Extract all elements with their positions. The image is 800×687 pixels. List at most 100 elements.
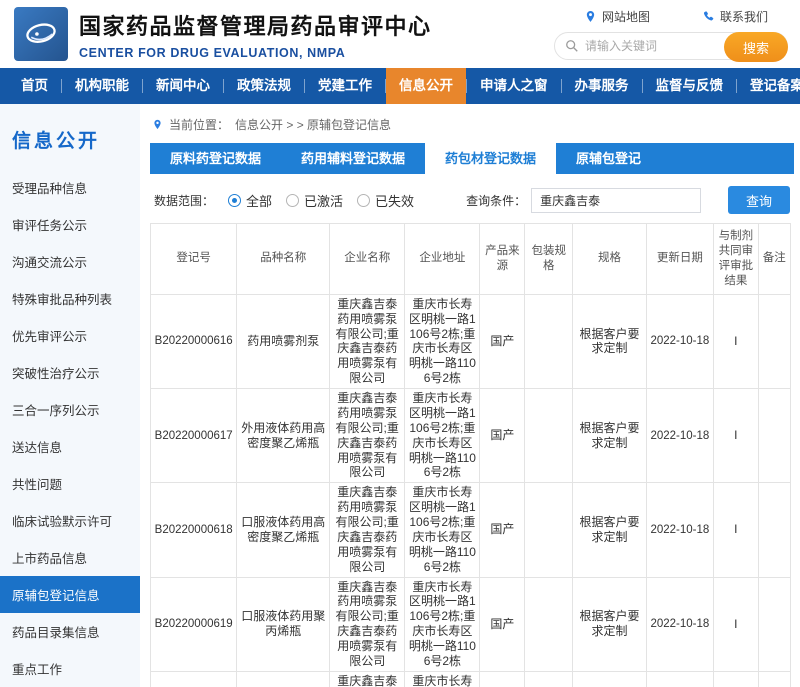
table-cell: [525, 577, 573, 671]
search-icon: [565, 39, 579, 53]
query-input[interactable]: [531, 188, 701, 213]
table-cell: 重庆市长寿区明桃一路1106号2栋;重庆市长寿区明桃一路1106号2栋: [405, 577, 480, 671]
table-header-row: 登记号品种名称企业名称企业地址产品来源包装规格规格更新日期与制剂共同审评审批结果…: [151, 224, 791, 295]
top-links: 网站地图 联系我们: [584, 8, 768, 25]
sidebar-item-5[interactable]: 优先审评公示: [0, 317, 140, 354]
table-cell: [758, 671, 790, 687]
table-cell: I: [713, 389, 758, 483]
table-cell: [525, 294, 573, 388]
header-search-button[interactable]: 搜索: [724, 32, 788, 62]
table-cell: I: [713, 671, 758, 687]
table-cell: 重庆鑫吉泰药用喷雾泵有限公司;重庆鑫吉泰药用喷雾泵有限公司: [330, 577, 405, 671]
nav-item-4[interactable]: 政策法规: [224, 68, 304, 104]
column-header-4: 企业地址: [405, 224, 480, 295]
table-row: B20220000617外用液体药用高密度聚乙烯瓶重庆鑫吉泰药用喷雾泵有限公司;…: [151, 389, 791, 483]
table-cell: 根据客户要求定制: [573, 577, 647, 671]
column-header-6: 包装规格: [525, 224, 573, 295]
table-cell: [525, 483, 573, 577]
nav-item-5[interactable]: 党建工作: [305, 68, 385, 104]
breadcrumb-label: 当前位置：: [169, 116, 229, 133]
scope-radio-group: 全部已激活 已失效: [214, 191, 414, 210]
table-cell: 国产: [480, 389, 525, 483]
nav-item-9[interactable]: 监督与反馈: [643, 68, 737, 104]
tab-bar: 原料药登记数据药用辅料登记数据药包材登记数据原辅包登记: [150, 143, 794, 174]
sidebar-item-9[interactable]: 共性问题: [0, 465, 140, 502]
column-header-9: 与制剂共同审评审批结果: [713, 224, 758, 295]
table-cell: B20220000618: [151, 483, 237, 577]
nav-item-10[interactable]: 登记备案平台: [737, 68, 800, 104]
table-cell: 2022-10-18: [646, 577, 713, 671]
table-cell: B20220000617: [151, 389, 237, 483]
table-cell: 口服液体药用高密度聚乙烯瓶: [237, 483, 330, 577]
table-row: B20220000616药用喷雾剂泵重庆鑫吉泰药用喷雾泵有限公司;重庆鑫吉泰药用…: [151, 294, 791, 388]
table-cell: B20220000616: [151, 294, 237, 388]
sidebar-item-11[interactable]: 上市药品信息: [0, 539, 140, 576]
header-search: 搜索: [554, 32, 788, 60]
tab-3[interactable]: 药包材登记数据: [425, 143, 556, 174]
sidebar-item-2[interactable]: 审评任务公示: [0, 206, 140, 243]
table-cell: I: [713, 577, 758, 671]
site-header: 国家药品监督管理局药品审评中心 CENTER FOR DRUG EVALUATI…: [0, 0, 800, 68]
sidebar-item-8[interactable]: 送达信息: [0, 428, 140, 465]
sidebar-item-7[interactable]: 三合一序列公示: [0, 391, 140, 428]
tab-1[interactable]: 原料药登记数据: [150, 143, 281, 174]
page-body: 信息公开 受理品种信息审评任务公示沟通交流公示特殊审批品种列表优先审评公示突破性…: [0, 104, 800, 687]
table-cell: 2022-10-18: [646, 671, 713, 687]
table-cell: I: [713, 483, 758, 577]
scope-radio-3[interactable]: 已失效: [357, 191, 414, 210]
sitemap-link[interactable]: 网站地图: [584, 8, 650, 25]
radio-label: 已失效: [375, 191, 414, 210]
nav-item-1[interactable]: 首页: [8, 68, 61, 104]
radio-circle-icon: [228, 194, 241, 207]
table-cell: [525, 671, 573, 687]
sitemap-label: 网站地图: [602, 8, 650, 25]
nav-item-2[interactable]: 机构职能: [62, 68, 142, 104]
table-cell: 重庆市长寿区明桃一路1106号2栋;重庆市长寿区明桃一路1106号2栋: [405, 671, 480, 687]
table-cell: 口服液体药用聚酯瓶: [237, 671, 330, 687]
table-cell: [758, 389, 790, 483]
sidebar-item-1[interactable]: 受理品种信息: [0, 169, 140, 206]
radio-label: 全部: [246, 191, 272, 210]
sidebar-item-4[interactable]: 特殊审批品种列表: [0, 280, 140, 317]
breadcrumb-path[interactable]: 信息公开 > > 原辅包登记信息: [235, 116, 391, 133]
table-cell: 国产: [480, 294, 525, 388]
sidebar: 信息公开 受理品种信息审评任务公示沟通交流公示特殊审批品种列表优先审评公示突破性…: [0, 104, 140, 687]
sidebar-item-12[interactable]: 原辅包登记信息: [0, 576, 140, 613]
table-cell: 国产: [480, 671, 525, 687]
table-cell: 根据客户要求定制: [573, 294, 647, 388]
scope-radio-1[interactable]: 全部: [228, 191, 272, 210]
table-cell: 外用液体药用高密度聚乙烯瓶: [237, 389, 330, 483]
sidebar-item-6[interactable]: 突破性治疗公示: [0, 354, 140, 391]
table-row: B20220000618口服液体药用高密度聚乙烯瓶重庆鑫吉泰药用喷雾泵有限公司;…: [151, 483, 791, 577]
contact-link[interactable]: 联系我们: [702, 8, 768, 25]
site-title: 国家药品监督管理局药品审评中心: [79, 9, 432, 41]
table-cell: [758, 483, 790, 577]
table-cell: 根据客户要求定制: [573, 483, 647, 577]
nav-item-7[interactable]: 申请人之窗: [467, 68, 561, 104]
table-cell: 2022-10-18: [646, 389, 713, 483]
nav-item-8[interactable]: 办事服务: [562, 68, 642, 104]
sidebar-item-3[interactable]: 沟通交流公示: [0, 243, 140, 280]
query-button[interactable]: 查询: [728, 186, 790, 214]
table-cell: 重庆市长寿区明桃一路1106号2栋;重庆市长寿区明桃一路1106号2栋: [405, 483, 480, 577]
sidebar-item-14[interactable]: 重点工作: [0, 650, 140, 687]
table-cell: 国产: [480, 577, 525, 671]
table-cell: [758, 294, 790, 388]
nav-item-6[interactable]: 信息公开: [386, 68, 466, 104]
tab-2[interactable]: 药用辅料登记数据: [281, 143, 425, 174]
main-content: 当前位置： 信息公开 > > 原辅包登记信息 原料药登记数据药用辅料登记数据药包材…: [140, 104, 800, 687]
column-header-1: 登记号: [151, 224, 237, 295]
sidebar-item-10[interactable]: 临床试验默示许可: [0, 502, 140, 539]
breadcrumb: 当前位置： 信息公开 > > 原辅包登记信息: [152, 116, 794, 133]
table-cell: 2022-10-18: [646, 294, 713, 388]
nav-item-3[interactable]: 新闻中心: [143, 68, 223, 104]
cde-logo-emblem: [19, 12, 63, 56]
cde-logo[interactable]: [14, 7, 68, 61]
tab-4[interactable]: 原辅包登记: [556, 143, 661, 174]
table-cell: B20220000619: [151, 577, 237, 671]
table-cell: 根据客户要求定制: [573, 671, 647, 687]
sidebar-item-13[interactable]: 药品目录集信息: [0, 613, 140, 650]
scope-radio-2[interactable]: 已激活: [286, 191, 343, 210]
column-header-5: 产品来源: [480, 224, 525, 295]
table-cell: 2022-10-18: [646, 483, 713, 577]
